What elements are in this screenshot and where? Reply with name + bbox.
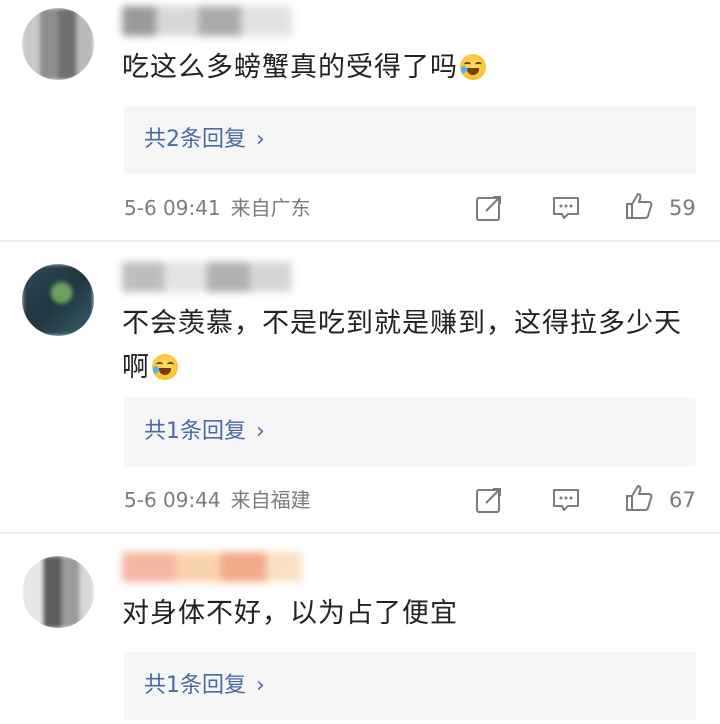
comment-text: 不会羡慕，不是吃到就是赚到，这得拉多少天啊 — [122, 302, 697, 390]
laugh-cry-emoji — [151, 354, 178, 380]
replies-link[interactable]: 共1条回复 › — [144, 398, 265, 466]
share-icon[interactable] — [474, 193, 504, 223]
username-blurred[interactable] — [122, 262, 292, 292]
avatar[interactable] — [22, 556, 94, 628]
divider — [0, 532, 720, 534]
like-count: 59 — [669, 196, 696, 220]
comment-location: 来自广东 — [230, 196, 311, 220]
comment-text-content: 不会羡慕，不是吃到就是赚到，这得拉多少天啊 — [122, 308, 682, 383]
comment-meta: 5-6 09:44 来自福建 — [124, 480, 311, 520]
replies-label: 共2条回复 — [144, 127, 246, 152]
comment-location: 来自福建 — [230, 488, 311, 512]
username-blurred[interactable] — [122, 6, 292, 36]
avatar[interactable] — [22, 8, 94, 80]
replies-link[interactable]: 共2条回复 › — [144, 106, 265, 174]
replies-box[interactable]: 共1条回复 › — [124, 398, 696, 466]
comment-text-content: 对身体不好，以为占了便宜 — [122, 598, 458, 629]
replies-box[interactable]: 共1条回复 › — [124, 652, 696, 720]
comment-meta: 5-6 09:41 来自广东 — [124, 188, 311, 228]
chevron-right-icon: › — [256, 419, 265, 444]
avatar[interactable] — [22, 264, 94, 336]
comment-icon[interactable] — [551, 485, 581, 515]
username-blurred[interactable] — [122, 552, 302, 582]
comment-text: 吃这么多螃蟹真的受得了吗 — [122, 46, 702, 90]
laugh-cry-emoji — [459, 54, 486, 80]
like-count: 67 — [669, 488, 696, 512]
comment-date: 5-6 09:44 — [124, 488, 221, 512]
chevron-right-icon: › — [256, 127, 265, 152]
divider — [0, 240, 720, 242]
replies-box[interactable]: 共2条回复 › — [124, 106, 696, 174]
replies-label: 共1条回复 — [144, 673, 246, 698]
share-icon[interactable] — [474, 485, 504, 515]
thumbs-up-icon[interactable] — [624, 483, 654, 513]
comment-text: 对身体不好，以为占了便宜 — [122, 592, 702, 636]
replies-label: 共1条回复 — [144, 419, 246, 444]
comment-icon[interactable] — [551, 193, 581, 223]
comment-date: 5-6 09:41 — [124, 196, 221, 220]
comment-text-content: 吃这么多螃蟹真的受得了吗 — [122, 52, 458, 83]
replies-link[interactable]: 共1条回复 › — [144, 652, 265, 720]
thumbs-up-icon[interactable] — [624, 191, 654, 221]
chevron-right-icon: › — [256, 673, 265, 698]
